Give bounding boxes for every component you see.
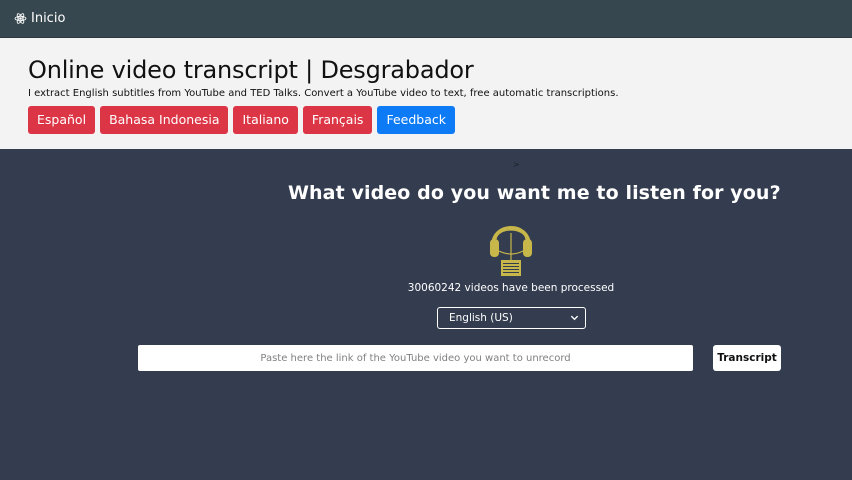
language-select-value: English (US) xyxy=(449,312,513,324)
feedback-button[interactable]: Feedback xyxy=(377,105,455,134)
language-buttons: Español Bahasa Indonesia Italiano França… xyxy=(28,105,824,134)
top-navbar: Inicio xyxy=(0,0,852,38)
main-question: What video do you want me to listen for … xyxy=(288,182,781,204)
language-button-indonesian[interactable]: Bahasa Indonesia xyxy=(100,105,229,134)
home-link[interactable]: Inicio xyxy=(14,11,65,26)
marker-glyph: > xyxy=(513,160,520,169)
headphones-icon xyxy=(490,226,532,276)
transcript-button[interactable]: Transcript xyxy=(713,345,781,371)
language-button-spanish[interactable]: Español xyxy=(28,105,96,134)
home-link-label: Inicio xyxy=(31,11,66,26)
chevron-down-icon xyxy=(570,315,579,321)
language-select[interactable]: English (US) xyxy=(437,307,586,329)
page-subtitle: I extract English subtitles from YouTube… xyxy=(28,87,619,99)
language-button-french[interactable]: Français xyxy=(302,105,373,134)
hero-section: Online video transcript | Desgrabador I … xyxy=(0,38,852,149)
page-title: Online video transcript | Desgrabador xyxy=(28,56,474,84)
videos-processed-counter: 30060242 videos have been processed xyxy=(407,282,615,294)
language-button-italian[interactable]: Italiano xyxy=(233,105,298,134)
atom-icon xyxy=(14,13,27,24)
video-url-input[interactable] xyxy=(138,345,693,371)
main-content: > What video do you want me to listen fo… xyxy=(0,149,852,480)
